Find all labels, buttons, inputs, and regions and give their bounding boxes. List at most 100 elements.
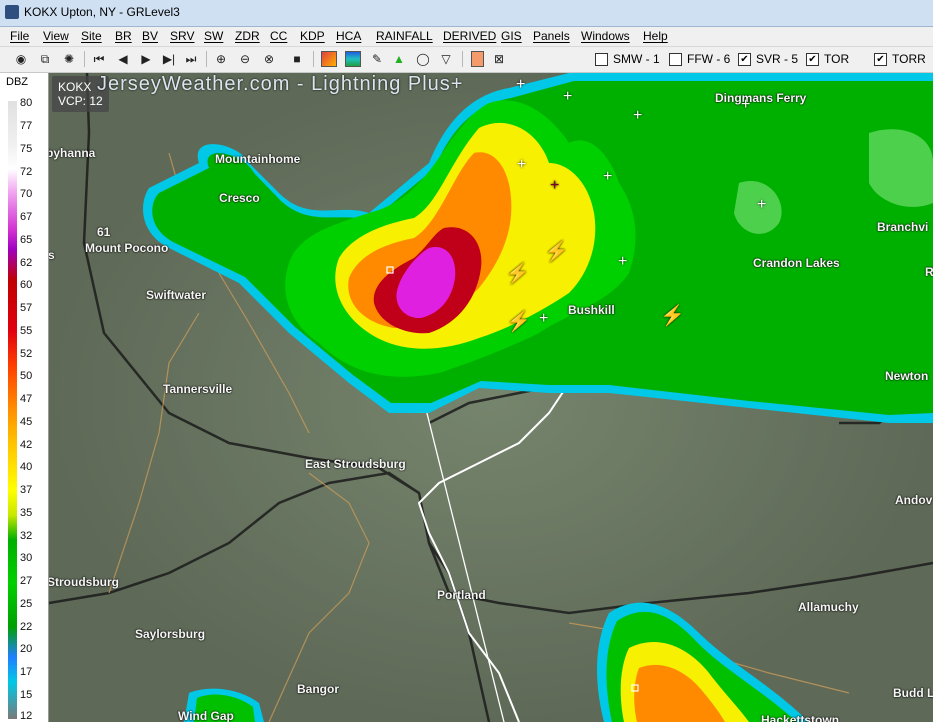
city-label: Newton — [885, 369, 929, 383]
lightning-bolt-icon: ⚡ — [506, 311, 531, 333]
menu-gis[interactable]: GIS — [501, 29, 522, 43]
lightning-plus-icon: + — [539, 310, 549, 327]
menu-sw[interactable]: SW — [204, 29, 223, 43]
radar-map-canvas — [49, 73, 933, 722]
city-label: Saylorsburg — [135, 627, 206, 641]
colorbar-label: 12 — [20, 710, 33, 722]
window-title: KOKX Upton, NY - GRLevel3 — [24, 5, 180, 19]
warning-svr[interactable]: ✔ SVR - 5 — [738, 52, 798, 66]
lightning-plus-icon: + — [603, 168, 613, 185]
layers-icon[interactable] — [344, 50, 362, 68]
menu-hca[interactable]: HCA — [336, 29, 361, 43]
lightning-plus-icon: + — [757, 196, 767, 213]
menu-windows[interactable]: Windows — [581, 29, 630, 43]
menu-rainfall[interactable]: RAINFALL — [376, 29, 433, 43]
circle-icon[interactable]: ◯ — [414, 50, 432, 68]
route-shield: 61 — [97, 225, 111, 239]
torr-checkbox[interactable]: ✔ — [874, 52, 887, 66]
pin-icon[interactable]: ✎ — [368, 50, 386, 68]
menu-derived[interactable]: DERIVED — [443, 29, 496, 43]
city-label: Bangor — [297, 682, 339, 696]
dark-panel-icon[interactable]: ■ — [288, 50, 306, 68]
colorbar-label: 40 — [20, 461, 33, 473]
colorbar-label: 42 — [20, 439, 33, 451]
radar-map[interactable]: KOKX VCP: 12 JerseyWeather.com - Lightni… — [49, 73, 933, 722]
colorbar-label: 67 — [20, 211, 33, 223]
colorbar-label: 72 — [20, 166, 33, 178]
app-icon — [5, 5, 19, 19]
lightning-plus-icon: + — [741, 96, 751, 113]
warning-tor[interactable]: ✔ TOR — [806, 52, 849, 66]
menu-srv[interactable]: SRV — [170, 29, 194, 43]
crosshair-icon[interactable]: ⊠ — [490, 50, 508, 68]
triangle-icon[interactable]: ▲ — [390, 50, 408, 68]
colorbar-label: 60 — [20, 279, 33, 291]
colorbar-label: 15 — [20, 689, 33, 701]
colorbar-label: 20 — [20, 643, 33, 655]
first-frame-icon[interactable]: ⏮ — [90, 50, 108, 68]
menu-file[interactable]: File — [10, 29, 29, 43]
title-bar: KOKX Upton, NY - GRLevel3 — [0, 0, 933, 27]
colorbar-label: 50 — [20, 370, 33, 382]
settings-icon[interactable]: ✺ — [60, 50, 78, 68]
city-label: s — [49, 248, 55, 262]
colorbar-strip — [8, 101, 17, 719]
city-label: Hackettstown — [761, 713, 840, 722]
menu-panels[interactable]: Panels — [533, 29, 570, 43]
city-label: Stroudsburg — [49, 575, 119, 589]
copy-icon[interactable]: ⧉ — [36, 50, 54, 68]
menu-zdr[interactable]: ZDR — [235, 29, 260, 43]
toolbar: ◉ ⧉ ✺ ⏮ ◀ ▶ ▶| ⏭ ⊕ ⊖ ⊗ ■ ✎ ▲ ◯ ▽ ⊠ SMW -… — [0, 47, 933, 73]
city-label: Branchvi — [877, 220, 929, 234]
next-frame-icon[interactable]: ▶| — [160, 50, 178, 68]
zoom-in-icon[interactable]: ⊕ — [212, 50, 230, 68]
dbz-colorbar: DBZ 80 77 75 72 70 67 65 62 60 57 55 52 … — [0, 73, 49, 722]
zoom-out-icon[interactable]: ⊖ — [236, 50, 254, 68]
city-label: Mount Pocono — [85, 241, 169, 255]
colorbar-label: 27 — [20, 575, 33, 587]
lightning-bolt-icon: ⚡ — [544, 241, 569, 263]
city-label: Crandon Lakes — [753, 256, 840, 270]
warning-ffw[interactable]: FFW - 6 — [669, 52, 730, 66]
lightning-plus-icon: + — [516, 76, 526, 93]
open-icon[interactable]: ◉ — [12, 50, 30, 68]
svr-checkbox[interactable]: ✔ — [738, 52, 751, 66]
menu-bv[interactable]: BV — [142, 29, 158, 43]
warning-torr[interactable]: ✔ TORR — [874, 52, 926, 66]
menu-kdp[interactable]: KDP — [300, 29, 325, 43]
city-label: Swiftwater — [146, 288, 207, 302]
lightning-plus-icon: + — [633, 107, 643, 124]
city-label: Bushkill — [568, 303, 615, 317]
last-frame-icon[interactable]: ⏭ — [182, 50, 200, 68]
city-label: Tannersville — [163, 382, 233, 396]
menu-help[interactable]: Help — [643, 29, 668, 43]
colorbar-label: 30 — [20, 552, 33, 564]
city-label: R — [925, 265, 933, 279]
zoom-reset-icon[interactable]: ⊗ — [260, 50, 278, 68]
city-label: East Stroudsburg — [305, 457, 406, 471]
colorbar-label: 80 — [20, 97, 33, 109]
colorbar-label: 47 — [20, 393, 33, 405]
menu-site[interactable]: Site — [81, 29, 102, 43]
ffw-checkbox[interactable] — [669, 52, 682, 66]
tor-checkbox[interactable]: ✔ — [806, 52, 819, 66]
menu-view[interactable]: View — [43, 29, 69, 43]
color-swatch-icon[interactable] — [468, 50, 486, 68]
city-label: Portland — [437, 588, 486, 602]
prev-frame-icon[interactable]: ◀ — [114, 50, 132, 68]
funnel-icon[interactable]: ▽ — [437, 50, 455, 68]
radar-site-id: KOKX — [58, 80, 92, 94]
radar-vcp: VCP: 12 — [58, 94, 103, 108]
reflectivity-icon[interactable] — [320, 50, 338, 68]
menu-cc[interactable]: CC — [270, 29, 287, 43]
warning-smw[interactable]: SMW - 1 — [595, 52, 660, 66]
lightning-plus-icon: + — [618, 253, 628, 270]
colorbar-label: 62 — [20, 257, 33, 269]
colorbar-label: 65 — [20, 234, 33, 246]
play-icon[interactable]: ▶ — [137, 50, 155, 68]
menu-br[interactable]: BR — [115, 29, 132, 43]
lightning-bolt-icon: ⚡ — [660, 305, 685, 327]
lightning-overlay-title: JerseyWeather.com - Lightning Plus+ — [97, 73, 464, 95]
smw-checkbox[interactable] — [595, 52, 608, 66]
colorbar-label: 45 — [20, 416, 33, 428]
